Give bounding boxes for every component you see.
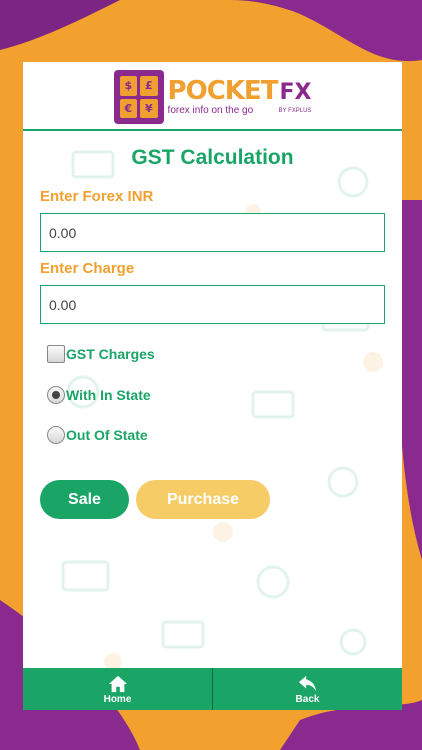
pound-symbol: £ — [140, 76, 158, 96]
out-of-state-radio[interactable] — [47, 426, 65, 444]
bottom-nav: Home Back — [23, 668, 402, 710]
page-title: GST Calculation — [131, 146, 294, 169]
out-of-state-label: Out Of State — [66, 427, 148, 443]
home-label: Home — [103, 693, 132, 705]
gst-charges-option[interactable]: GST Charges — [47, 345, 155, 363]
euro-symbol: € — [119, 98, 138, 118]
gst-charges-checkbox[interactable] — [47, 345, 65, 363]
charge-label: Enter Charge — [40, 260, 135, 277]
back-arrow-icon — [298, 675, 316, 691]
home-nav-button[interactable]: Home — [23, 668, 212, 710]
gst-charges-label: GST Charges — [66, 346, 155, 362]
forex-inr-label: Enter Forex INR — [40, 188, 154, 205]
out-of-state-option[interactable]: Out Of State — [47, 426, 148, 444]
home-icon — [108, 675, 127, 692]
radio-selected-dot — [52, 391, 60, 399]
header-divider — [23, 129, 402, 131]
logo-brand-accent: FX — [279, 80, 312, 105]
back-label: Back — [295, 693, 320, 705]
logo-by: BY FXPLUS — [278, 108, 312, 114]
logo-tagline: forex info on the go — [167, 105, 254, 116]
purchase-button[interactable]: Purchase — [136, 480, 270, 519]
yen-symbol: ¥ — [140, 98, 158, 118]
forex-inr-input[interactable] — [40, 213, 385, 252]
sale-button[interactable]: Sale — [40, 480, 129, 519]
with-in-state-option[interactable]: With In State — [47, 386, 151, 404]
with-in-state-radio[interactable] — [47, 386, 65, 404]
app-header: $ £ € ¥ POCKET FX forex info on the go B… — [23, 62, 402, 132]
charge-input[interactable] — [40, 285, 385, 324]
main-card: $ £ € ¥ POCKET FX forex info on the go B… — [23, 62, 402, 710]
with-in-state-label: With In State — [66, 387, 151, 403]
pocketfx-logo: $ £ € ¥ POCKET FX forex info on the go B… — [113, 70, 312, 124]
back-nav-button[interactable]: Back — [213, 668, 402, 710]
logo-brand: POCKET — [167, 76, 279, 106]
currency-badge-icon: $ £ € ¥ — [113, 70, 164, 124]
dollar-symbol: $ — [119, 76, 138, 96]
